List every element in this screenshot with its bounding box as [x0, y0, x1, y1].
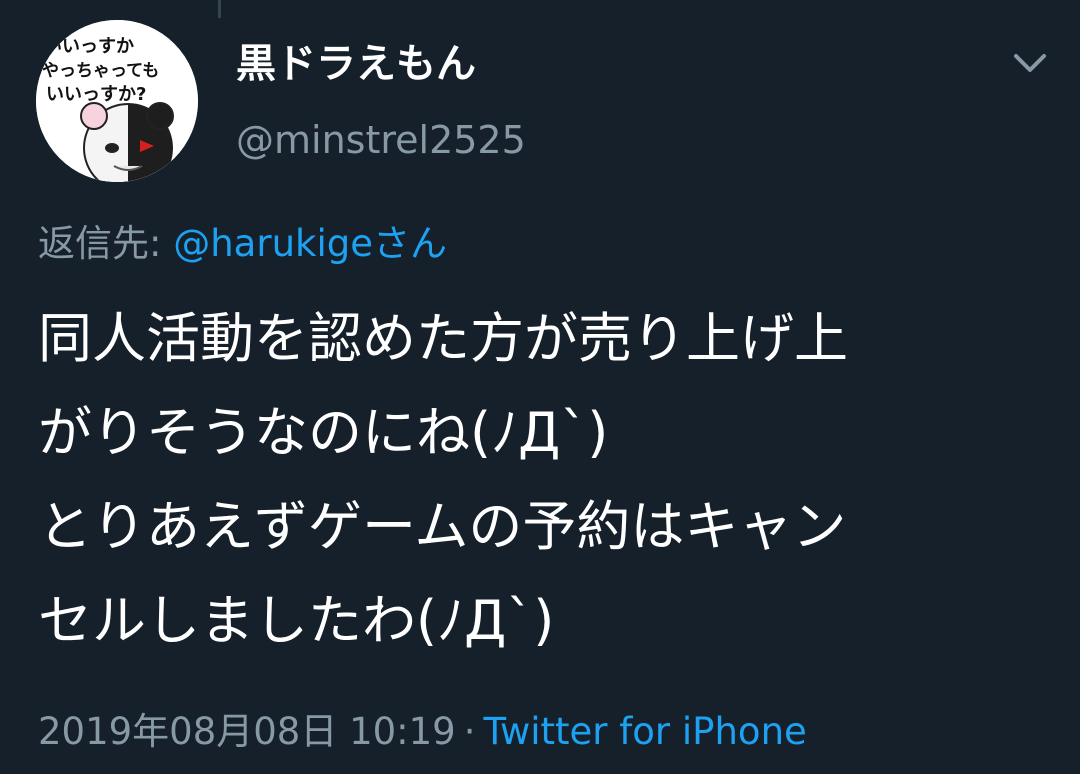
reply-mention-link[interactable]: @harukigeさん: [173, 222, 447, 265]
thread-connector-line: [218, 0, 221, 18]
tweet-text-line: セルしましたわ(ﾉД`): [38, 589, 555, 652]
tweet-text-line: とりあえずゲームの予約はキャン: [38, 495, 847, 558]
tweet-detail: いいっすか やっちゃっても いいっすか? 黒ドラえもん @minstrel252…: [0, 0, 1080, 774]
reply-prefix: 返信先:: [38, 222, 174, 265]
display-name[interactable]: 黒ドラえもん: [236, 36, 476, 92]
meta-separator: ·: [463, 710, 476, 753]
reply-context: 返信先: @harukigeさん: [38, 216, 447, 272]
avatar-text-line: やっちゃっても: [42, 61, 159, 81]
source-link[interactable]: Twitter for iPhone: [483, 710, 806, 753]
chevron-down-icon[interactable]: [1008, 44, 1052, 84]
avatar-text-line: いいっすか: [44, 36, 134, 57]
timestamp[interactable]: 2019年08月08日 10:19: [38, 710, 456, 753]
tweet-text-line: がりそうなのにね(ﾉД`): [38, 401, 609, 464]
user-handle[interactable]: @minstrel2525: [236, 112, 526, 168]
avatar-image: いいっすか やっちゃっても いいっすか?: [36, 20, 198, 182]
tweet-text-line: 同人活動を認めた方が売り上げ上: [38, 307, 848, 370]
avatar[interactable]: いいっすか やっちゃっても いいっすか?: [36, 20, 198, 182]
tweet-text: 同人活動を認めた方が売り上げ上 がりそうなのにね(ﾉД`) とりあえずゲームの予…: [38, 292, 1038, 668]
tweet-meta: 2019年08月08日 10:19 · Twitter for iPhone: [38, 704, 807, 760]
avatar-text-line: いいっすか?: [46, 84, 146, 105]
